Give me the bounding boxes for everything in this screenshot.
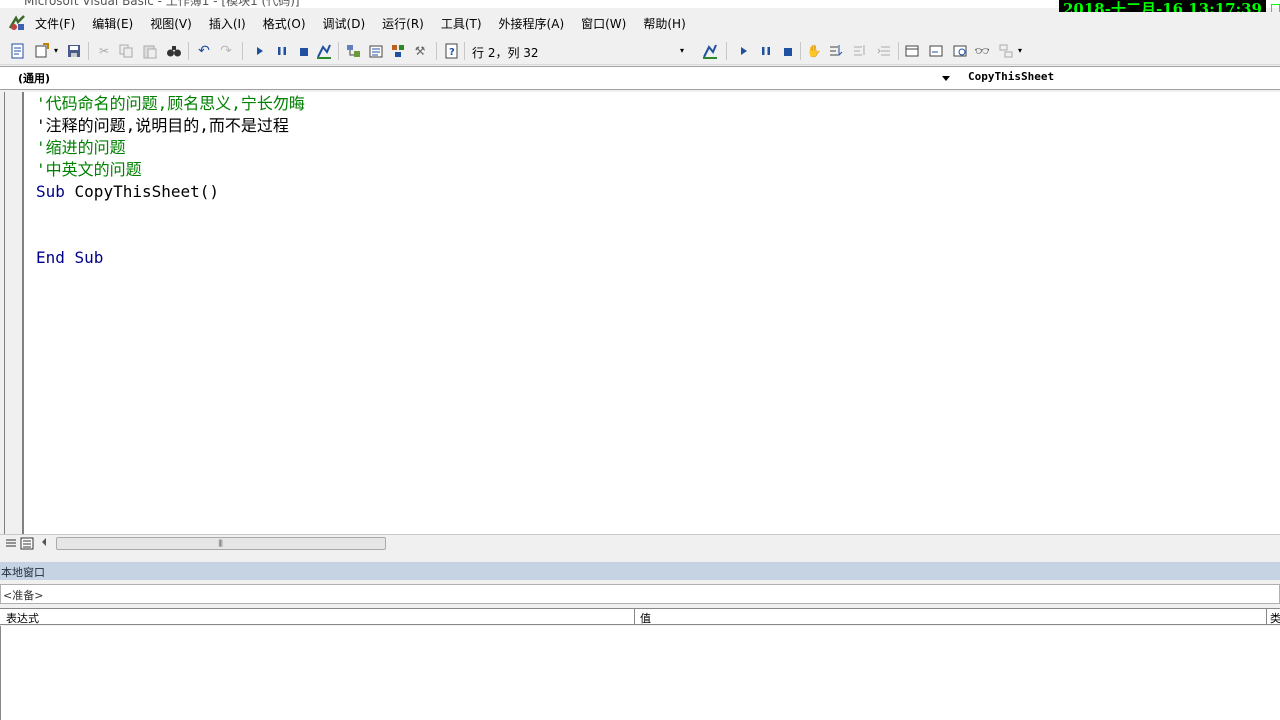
column-separator[interactable] (1266, 609, 1267, 625)
keyword: Sub (36, 182, 65, 201)
menu-edit[interactable]: 编辑(E) (91, 16, 141, 32)
locals-grid-header: 表达式 值 类 (0, 608, 1280, 625)
object-combobox-value: (通用) (18, 72, 51, 85)
code-line[interactable]: '注释的问题,说明目的,而不是过程 (36, 115, 289, 137)
undo-icon[interactable]: ↶ (196, 43, 212, 59)
procedure-name: CopyThisSheet() (64, 182, 220, 201)
full-module-view-icon[interactable] (20, 537, 34, 550)
column-header-type[interactable]: 类 (1270, 610, 1280, 626)
help-icon[interactable]: ? (444, 43, 460, 59)
code-line[interactable]: '缩进的问题 (36, 137, 126, 159)
toolbar-separator (464, 42, 465, 60)
scroll-thumb[interactable]: ||| (56, 537, 386, 550)
margin-line (4, 92, 5, 534)
code-line[interactable]: Sub CopyThisSheet() (36, 181, 219, 203)
menu-run[interactable]: 运行(R) (381, 16, 432, 32)
procedure-combobox-value: CopyThisSheet (968, 70, 1055, 83)
code-editor[interactable]: '代码命名的问题,顾名思义,宁长勿晦 '注释的问题,说明目的,而不是过程 '缩进… (24, 92, 1280, 534)
insert-dropdown-icon[interactable]: ▾ (52, 43, 60, 59)
window-title: Microsoft Visual Basic - 工作簿1 - [模块1 (代码… (24, 0, 300, 8)
break-icon[interactable] (758, 43, 774, 59)
insert-module-icon[interactable] (34, 43, 50, 59)
grip-icon: ||| (218, 539, 223, 547)
toolbar-separator (88, 42, 89, 60)
locals-window-titlebar[interactable]: 本地窗口 (0, 562, 1280, 580)
locals-grid-body[interactable] (0, 626, 1280, 720)
toggle-breakpoint-icon[interactable]: ✋ (806, 43, 822, 59)
procedure-combobox[interactable]: CopyThisSheet (962, 69, 1280, 86)
column-separator[interactable] (634, 609, 635, 625)
toolbar-separator (242, 42, 243, 60)
toolbar-overflow-icon[interactable]: ▾ (1016, 43, 1024, 59)
reset-icon[interactable] (780, 43, 796, 59)
call-stack-icon[interactable] (998, 43, 1014, 59)
locals-context-value: <准备> (3, 589, 44, 602)
design-mode-icon[interactable] (316, 43, 332, 59)
project-explorer-icon[interactable] (346, 43, 362, 59)
cursor-position: 行 2，列 32 (472, 46, 539, 60)
step-into-icon[interactable] (828, 43, 844, 59)
standard-toolbar: ▾ ✂ ↶ ↷ ⚒ ? 行 2，列 32 ▾ ✋ 👓︎ ▾ (0, 38, 1280, 65)
toolbar-separator (726, 42, 727, 60)
menu-tools[interactable]: 工具(T) (440, 16, 490, 32)
menu-view[interactable]: 视图(V) (149, 16, 200, 32)
column-header-expression[interactable]: 表达式 (6, 610, 39, 626)
code-line[interactable]: '中英文的问题 (36, 159, 142, 181)
vba-app-icon[interactable] (8, 14, 26, 32)
save-icon[interactable] (66, 43, 82, 59)
toolbar-separator (338, 42, 339, 60)
reset-icon[interactable] (296, 43, 312, 59)
object-browser-icon[interactable] (390, 43, 406, 59)
copy-icon[interactable] (118, 43, 134, 59)
column-header-value[interactable]: 值 (640, 610, 651, 626)
immediate-window-icon[interactable] (928, 43, 944, 59)
locals-context-field[interactable]: <准备> (0, 584, 1280, 604)
menu-insert[interactable]: 插入(I) (208, 16, 254, 32)
menu-window[interactable]: 窗口(W) (580, 16, 634, 32)
object-combobox[interactable]: (通用) (12, 69, 956, 86)
locals-window-icon[interactable] (904, 43, 920, 59)
procedure-view-icon[interactable] (4, 537, 18, 550)
menu-file[interactable]: 文件(F) (34, 16, 83, 32)
code-window-header: (通用) CopyThisSheet (0, 66, 1280, 90)
menu-debug[interactable]: 调试(D) (322, 16, 374, 32)
code-line[interactable]: End Sub (36, 247, 103, 269)
toolbar-separator (436, 42, 437, 60)
scroll-left-icon[interactable] (42, 538, 46, 546)
menu-help[interactable]: 帮助(H) (642, 16, 693, 32)
toolbar-separator (898, 42, 899, 60)
code-margin-indicator-bar[interactable] (0, 92, 24, 534)
code-line[interactable]: '代码命名的问题,顾名思义,宁长勿晦 (36, 93, 305, 115)
toolbar-separator (800, 42, 801, 60)
toolbox-icon[interactable]: ⚒ (412, 43, 428, 59)
toolbar-overflow-icon[interactable]: ▾ (678, 43, 686, 59)
run-icon[interactable] (252, 43, 268, 59)
break-icon[interactable] (274, 43, 290, 59)
paste-icon[interactable] (142, 43, 158, 59)
quick-watch-icon[interactable]: 👓︎ (974, 43, 990, 59)
view-excel-icon[interactable] (10, 43, 26, 59)
find-icon[interactable] (166, 43, 182, 59)
step-out-icon[interactable] (876, 43, 892, 59)
watch-window-icon[interactable] (952, 43, 968, 59)
chevron-down-icon[interactable] (942, 76, 950, 81)
cut-icon[interactable]: ✂ (96, 43, 112, 59)
menu-format[interactable]: 格式(O) (262, 16, 314, 32)
properties-window-icon[interactable] (368, 43, 384, 59)
design-mode-icon[interactable] (702, 43, 718, 59)
menu-addins[interactable]: 外接程序(A) (498, 16, 573, 32)
toolbar-separator (188, 42, 189, 60)
run-icon[interactable] (736, 43, 752, 59)
redo-icon[interactable]: ↷ (218, 43, 234, 59)
step-over-icon[interactable] (852, 43, 868, 59)
menu-bar: 文件(F) 编辑(E) 视图(V) 插入(I) 格式(O) 调试(D) 运行(R… (0, 12, 1280, 34)
code-horizontal-scrollbar[interactable]: ||| (0, 534, 1280, 553)
locals-window-title: 本地窗口 (1, 566, 45, 579)
svg-text:?: ? (449, 47, 455, 58)
